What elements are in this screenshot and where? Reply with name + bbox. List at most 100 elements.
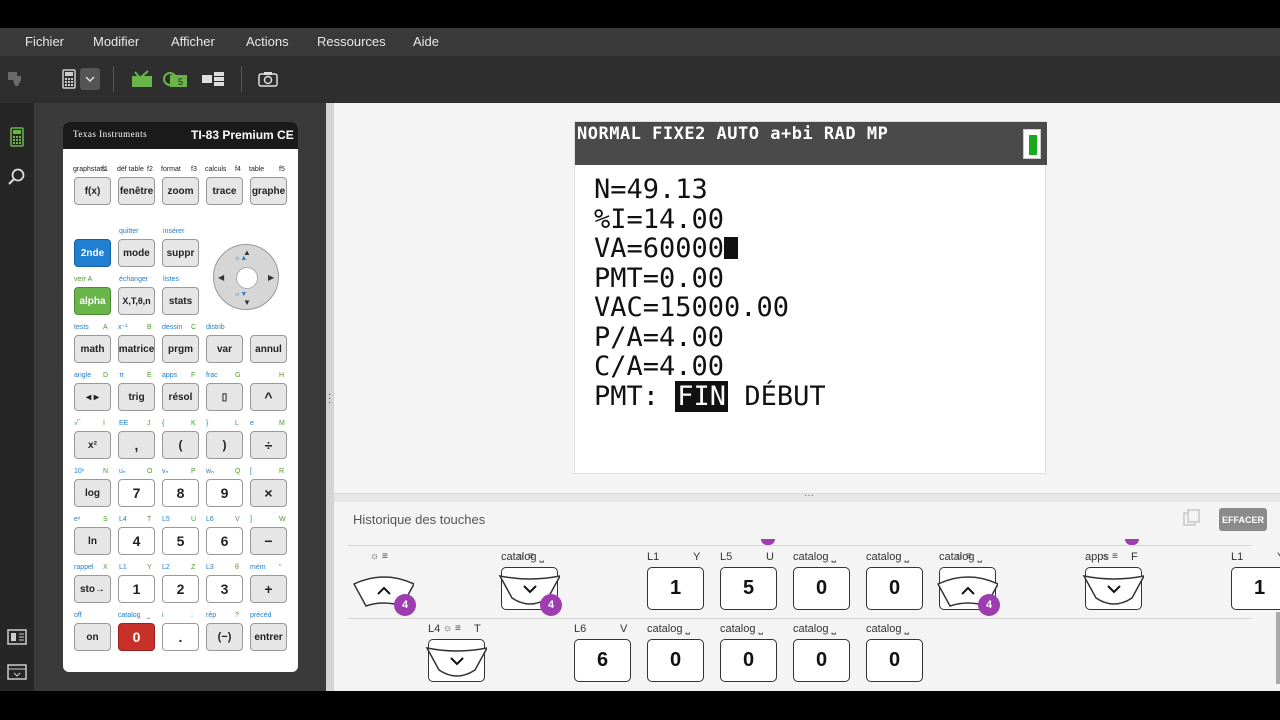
key-graphe[interactable]: graphe — [250, 177, 287, 205]
key-comma[interactable]: , — [118, 431, 155, 459]
key-1[interactable]: 1 — [118, 575, 155, 603]
key-var[interactable]: var — [206, 335, 243, 363]
key-add[interactable]: + — [250, 575, 287, 603]
key-7[interactable]: 7 — [118, 479, 155, 507]
history-arrow-down-key[interactable] — [425, 644, 487, 680]
key-0[interactable]: 0 — [118, 623, 155, 651]
key-label: 10ˣ — [74, 468, 85, 475]
key-8[interactable]: 8 — [162, 479, 199, 507]
menu-aide[interactable]: Aide — [413, 34, 439, 49]
history-key[interactable]: 5 — [720, 567, 777, 610]
key-label: S — [103, 516, 108, 523]
key-mode[interactable]: mode — [118, 239, 155, 267]
history-arrow-down-key[interactable] — [1082, 572, 1144, 608]
sync-icon[interactable]: 5 — [162, 67, 188, 91]
history-key[interactable]: 0 — [647, 639, 704, 682]
key-matrice[interactable]: matrice — [118, 335, 155, 363]
key-2nde[interactable]: 2nde — [74, 239, 111, 267]
key-trace[interactable]: trace — [206, 177, 243, 205]
key-sto[interactable]: sto→ — [74, 575, 111, 603]
calculator-icon[interactable] — [5, 125, 29, 149]
history-key[interactable]: 0 — [866, 567, 923, 610]
toolbar-separator — [241, 66, 242, 92]
key-4[interactable]: 4 — [118, 527, 155, 555]
key-negative[interactable]: (−) — [206, 623, 243, 651]
key-9[interactable]: 9 — [206, 479, 243, 507]
arrow-pad-center — [236, 267, 258, 289]
key-toggle[interactable]: ◂ ▸ — [74, 383, 111, 411]
tvm-line: VAC=15000.00 — [594, 292, 790, 323]
key-label: apps — [162, 372, 178, 379]
history-key[interactable]: 0 — [720, 639, 777, 682]
key-fraction[interactable]: ▯ — [206, 383, 243, 411]
key-label: L6 — [206, 516, 214, 523]
key-subtract[interactable]: − — [250, 527, 287, 555]
history-splitter[interactable]: ··· — [334, 490, 1280, 502]
search-icon[interactable] — [5, 165, 29, 189]
arrow-down-icon[interactable]: ▼ — [243, 298, 251, 307]
history-key-alpha-label: V — [620, 623, 628, 635]
history-key[interactable]: 6 — [574, 639, 631, 682]
history-scrollbar[interactable] — [1276, 612, 1280, 684]
screen-view-icon[interactable] — [5, 660, 29, 684]
layout-icon[interactable] — [201, 67, 225, 91]
key-label: format — [161, 166, 181, 173]
key-on[interactable]: on — [74, 623, 111, 651]
copy-icon[interactable] — [1183, 509, 1201, 527]
panel-divider[interactable]: · · · — [326, 103, 334, 691]
key-decimal[interactable]: . — [162, 623, 199, 651]
key-label: { — [162, 420, 165, 427]
key-3[interactable]: 3 — [206, 575, 243, 603]
history-key-label: L1 — [647, 551, 660, 563]
key-alpha[interactable]: alpha — [74, 287, 111, 315]
arrow-right-icon[interactable]: ▶ — [268, 273, 274, 282]
keypad-view-icon[interactable] — [5, 625, 29, 649]
key-divide[interactable]: ÷ — [250, 431, 287, 459]
history-key[interactable]: 0 — [793, 567, 850, 610]
key-trig[interactable]: trig — [118, 383, 155, 411]
brightness-icon: ☼ ≡ — [954, 551, 972, 562]
history-key[interactable]: 1 — [647, 567, 704, 610]
key-log[interactable]: log — [74, 479, 111, 507]
key-entrer[interactable]: entrer — [250, 623, 287, 651]
menu-actions[interactable]: Actions — [246, 34, 289, 49]
key-math[interactable]: math — [74, 335, 111, 363]
menu-afficher[interactable]: Afficher — [171, 34, 215, 49]
key-lparen[interactable]: ( — [162, 431, 199, 459]
arrow-pad[interactable]: ▲ ▼ ◀ ▶ ☼▲ ☼▼ — [213, 244, 279, 310]
key-suppr[interactable]: suppr — [162, 239, 199, 267]
key-fenetre[interactable]: fenêtre — [118, 177, 155, 205]
pmt-mode-debut[interactable]: DÉBUT — [728, 381, 825, 412]
arrow-left-icon[interactable]: ◀ — [218, 273, 224, 282]
key-square[interactable]: x² — [74, 431, 111, 459]
screenshot-icon[interactable] — [257, 67, 279, 91]
pmt-mode-fin[interactable]: FIN — [675, 380, 729, 412]
key-stats[interactable]: stats — [162, 287, 199, 315]
key-5[interactable]: 5 — [162, 527, 199, 555]
key-fx[interactable]: f(x) — [74, 177, 111, 205]
key-prgm[interactable]: prgm — [162, 335, 199, 363]
key-power[interactable]: ^ — [250, 383, 287, 411]
key-multiply[interactable]: × — [250, 479, 287, 507]
send-to-calc-icon[interactable] — [130, 67, 154, 91]
key-rparen[interactable]: ) — [206, 431, 243, 459]
clear-history-button[interactable]: EFFACER — [1219, 508, 1267, 531]
history-key-alpha-label: Y — [693, 551, 701, 563]
menu-ressources[interactable]: Ressources — [317, 34, 386, 49]
history-key-alpha-label: F — [1131, 551, 1138, 563]
dropdown-icon[interactable] — [80, 68, 100, 90]
key-6[interactable]: 6 — [206, 527, 243, 555]
key-ln[interactable]: ln — [74, 527, 111, 555]
history-key[interactable]: 0 — [793, 639, 850, 682]
key-zoom[interactable]: zoom — [162, 177, 199, 205]
history-key-label: catalog ⎵ — [793, 623, 836, 635]
key-annul[interactable]: annul — [250, 335, 287, 363]
calculator-icon[interactable] — [58, 67, 80, 91]
key-2[interactable]: 2 — [162, 575, 199, 603]
menu-fichier[interactable]: Fichier — [25, 34, 64, 49]
key-xttn[interactable]: X,T,θ,n — [118, 287, 155, 315]
history-key[interactable]: 1 — [1231, 567, 1280, 610]
history-key[interactable]: 0 — [866, 639, 923, 682]
key-resol[interactable]: résol — [162, 383, 199, 411]
menu-modifier[interactable]: Modifier — [93, 34, 139, 49]
